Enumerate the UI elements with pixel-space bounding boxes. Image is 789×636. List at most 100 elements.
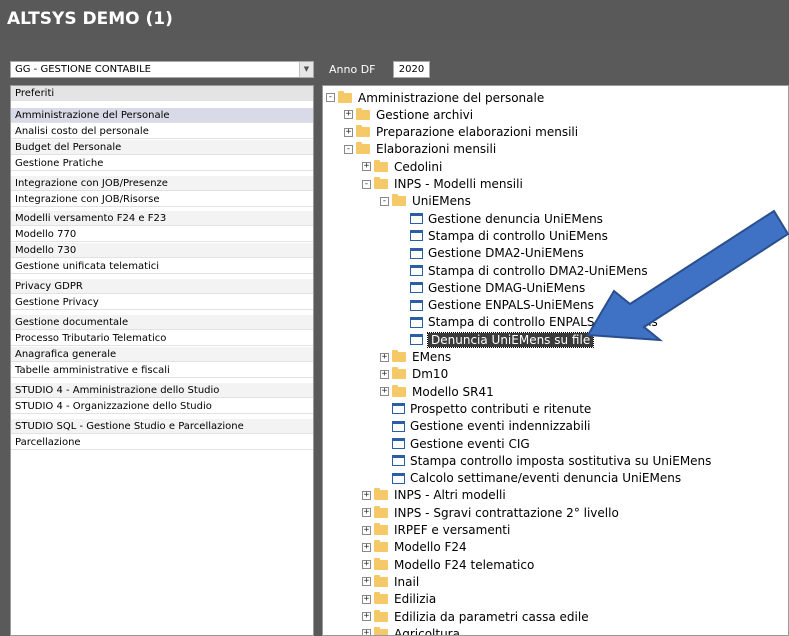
tree-folder-node[interactable]: + Agricoltura: [362, 625, 460, 636]
tree-node-label: Agricoltura: [394, 626, 460, 636]
left-menu-item[interactable]: Gestione Pratiche: [11, 156, 313, 171]
expand-icon[interactable]: +: [362, 490, 371, 500]
tree-folder-node[interactable]: + Cedolini: [362, 158, 442, 175]
left-menu-item[interactable]: Budget del Personale: [11, 140, 313, 155]
tree-folder-node[interactable]: + INPS - Altri modelli: [362, 487, 506, 504]
tree-item-node[interactable]: Prospetto contributi e ritenute: [380, 400, 591, 417]
folder-icon: [356, 142, 370, 155]
left-menu-item[interactable]: Analisi costo del personale: [11, 124, 313, 139]
document-icon: [410, 265, 423, 276]
tree-item-node[interactable]: Gestione eventi indennizzabili: [380, 418, 591, 435]
folder-icon: [374, 592, 388, 605]
folder-icon: [374, 523, 388, 535]
tree-folder-node[interactable]: + Dm10: [380, 366, 448, 383]
left-menu-item[interactable]: Gestione Privacy: [11, 295, 313, 310]
left-menu-item[interactable]: Modelli versamento F24 e F23: [11, 211, 313, 226]
left-menu-item[interactable]: Amministrazione del Personale: [11, 108, 313, 123]
left-menu-item[interactable]: STUDIO 4 - Organizzazione dello Studio: [11, 399, 313, 414]
tree-node-label: Gestione eventi CIG: [410, 436, 530, 451]
tree-node-label: Dm10: [412, 367, 449, 382]
left-menu-item[interactable]: STUDIO SQL - Gestione Studio e Parcellaz…: [11, 419, 313, 434]
tree-node-label: Preparazione elaborazioni mensili: [376, 125, 579, 140]
tree-item-node[interactable]: Stampa di controllo ENPALS-UniEMens: [398, 314, 658, 331]
left-menu-item[interactable]: Anagrafica generale: [11, 347, 313, 362]
tree-item-node[interactable]: Denuncia UniEMens su file: [398, 331, 595, 348]
left-menu-item[interactable]: Modello 730: [11, 243, 313, 258]
tree-item-node[interactable]: Gestione denuncia UniEMens: [398, 210, 603, 227]
folder-icon: [374, 177, 388, 189]
document-icon: [410, 282, 423, 294]
tree-item-node[interactable]: Gestione ENPALS-UniEMens: [398, 297, 594, 314]
tree-item-node[interactable]: Gestione eventi CIG: [380, 435, 530, 452]
tree-node-label: Amministrazione del personale: [358, 90, 545, 105]
folder-icon: [374, 159, 388, 172]
tree-node-label: Gestione DMA2-UniEMens: [428, 246, 584, 261]
tree-folder-node[interactable]: + Preparazione elaborazioni mensili: [344, 124, 578, 141]
expand-icon[interactable]: +: [362, 594, 371, 604]
expand-icon[interactable]: +: [362, 612, 371, 621]
tree-folder-node[interactable]: + Modello SR41: [380, 383, 494, 400]
tree-node-label: Stampa controllo imposta sostitutiva su …: [410, 453, 712, 468]
document-icon: [392, 438, 405, 449]
tree-folder-node[interactable]: + Inail: [362, 573, 419, 590]
tree-folder-node[interactable]: - Elaborazioni mensili: [344, 141, 496, 158]
tree-node-label: Prospetto contributi e ritenute: [410, 401, 592, 416]
document-icon: [392, 420, 405, 432]
tree-folder-node[interactable]: + IRPEF e versamenti: [362, 522, 510, 539]
tree-folder-node[interactable]: + Gestione archivi: [344, 106, 473, 123]
left-menu-item[interactable]: Tabelle amministrative e fiscali: [11, 363, 313, 378]
tree-item-node[interactable]: Stampa di controllo DMA2-UniEMens: [398, 262, 648, 279]
expand-icon[interactable]: +: [380, 352, 389, 362]
tree-folder-node[interactable]: + Edilizia: [362, 591, 436, 608]
left-menu-item[interactable]: Parcellazione: [11, 435, 313, 450]
tree-item-node[interactable]: Stampa di controllo UniEMens: [398, 227, 608, 244]
tree-folder-node[interactable]: + Edilizia da parametri cassa edile: [362, 608, 589, 625]
left-menu-item[interactable]: Modello 770: [11, 227, 313, 242]
tree-folder-node[interactable]: + Modello F24 telematico: [362, 556, 534, 573]
document-icon: [410, 299, 423, 311]
tree-folder-node[interactable]: - Amministrazione del personale: [326, 89, 544, 106]
anno-input[interactable]: 2020: [393, 61, 430, 78]
collapse-icon[interactable]: -: [344, 144, 353, 154]
expand-icon[interactable]: +: [362, 508, 371, 518]
tree-item-node[interactable]: Calcolo settimane/eventi denuncia UniEMe…: [380, 470, 681, 487]
expand-icon[interactable]: +: [362, 560, 371, 570]
expand-icon[interactable]: +: [344, 127, 353, 137]
expand-icon[interactable]: +: [362, 162, 371, 172]
expand-icon[interactable]: +: [380, 369, 389, 379]
tree-folder-node[interactable]: - UniEMens: [380, 193, 471, 210]
left-menu-item[interactable]: Integrazione con JOB/Presenze: [11, 176, 313, 191]
tree-node-label: Elaborazioni mensili: [376, 142, 497, 157]
expand-icon[interactable]: +: [362, 525, 371, 535]
tree-folder-node[interactable]: + Modello F24: [362, 539, 467, 556]
left-menu-item[interactable]: Privacy GDPR: [11, 279, 313, 294]
chevron-down-icon[interactable]: ▼: [299, 62, 313, 77]
left-menu-item[interactable]: STUDIO 4 - Amministrazione dello Studio: [11, 383, 313, 398]
left-menu-item[interactable]: Gestione unificata telematici: [11, 259, 313, 274]
folder-icon: [374, 488, 388, 501]
left-menu-item[interactable]: Processo Tributario Telematico: [11, 331, 313, 346]
expand-icon[interactable]: +: [362, 629, 371, 635]
expand-icon[interactable]: +: [362, 577, 371, 587]
tree-item-node[interactable]: Stampa controllo imposta sostitutiva su …: [380, 452, 711, 469]
module-select[interactable]: GG - GESTIONE CONTABILE ▼: [10, 61, 314, 78]
tree-node-label: Stampa di controllo ENPALS-UniEMens: [428, 315, 658, 330]
tree-folder-node[interactable]: + EMens: [380, 349, 451, 366]
window-title: ALTSYS DEMO (1): [0, 0, 789, 40]
expand-icon[interactable]: +: [362, 542, 371, 552]
tree-node-label: Edilizia da parametri cassa edile: [394, 609, 589, 624]
left-menu-item[interactable]: Integrazione con JOB/Risorse: [11, 192, 313, 207]
tree-node-label: UniEMens: [412, 194, 471, 209]
collapse-icon[interactable]: -: [326, 93, 335, 102]
expand-icon[interactable]: +: [344, 110, 353, 120]
tree-item-node[interactable]: Gestione DMAG-UniEMens: [398, 279, 585, 296]
folder-icon: [374, 505, 388, 518]
tree-folder-node[interactable]: - INPS - Modelli mensili: [362, 176, 523, 193]
expand-icon[interactable]: +: [380, 387, 389, 397]
tree-folder-node[interactable]: + INPS - Sgravi contrattazione 2° livello: [362, 504, 619, 521]
collapse-icon[interactable]: -: [380, 196, 389, 206]
left-menu-item[interactable]: Gestione documentale: [11, 315, 313, 330]
collapse-icon[interactable]: -: [362, 179, 371, 189]
tree-node-label: Inail: [394, 574, 420, 589]
tree-item-node[interactable]: Gestione DMA2-UniEMens: [398, 245, 584, 262]
